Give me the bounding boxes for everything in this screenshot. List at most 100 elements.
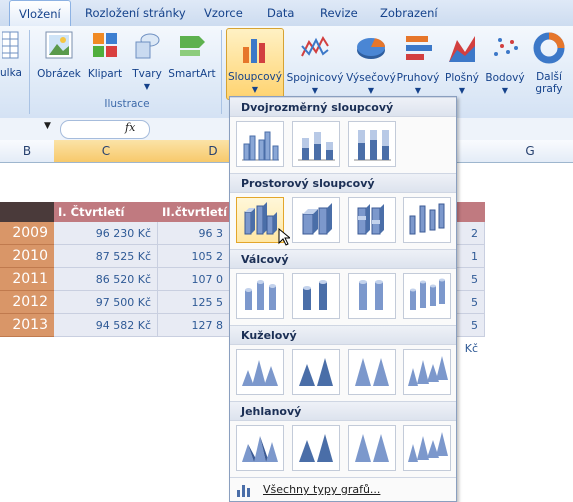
table-corner[interactable]: [0, 202, 54, 222]
3d-100pct-stacked-column-icon: [357, 204, 384, 235]
smartart-button[interactable]: SmartArt: [168, 30, 216, 80]
stacked-cylinder-thumb[interactable]: [292, 273, 340, 319]
picture-button[interactable]: Obrázek: [36, 30, 82, 80]
column-header-c[interactable]: C: [54, 140, 159, 163]
clustered-cone-thumb[interactable]: [236, 349, 284, 395]
bar-chart-button[interactable]: Pruhový ▼: [396, 30, 440, 96]
shapes-button[interactable]: Tvary ▼: [128, 30, 166, 92]
clustered-cylinder-thumb[interactable]: [236, 273, 284, 319]
year-cell[interactable]: 2013: [0, 314, 54, 337]
q1-cell[interactable]: 96 230 Kč: [54, 222, 158, 245]
3d-clustered-column-thumb[interactable]: [236, 197, 284, 243]
table-button[interactable]: ulka: [0, 30, 26, 79]
year-cell[interactable]: 2012: [0, 291, 54, 314]
q4-cell[interactable]: 5 Kč: [455, 268, 485, 309]
line-chart-icon: [301, 35, 329, 57]
mouse-cursor-icon: [278, 228, 290, 246]
clipart-button[interactable]: Klipart: [84, 30, 126, 80]
header-q1[interactable]: I. Čtvrtletí: [54, 202, 158, 222]
stacked-cone-icon: [299, 358, 333, 386]
table-icon: [2, 31, 19, 59]
year-cell[interactable]: 2010: [0, 245, 54, 268]
tab-data[interactable]: Data: [267, 6, 294, 20]
100pct-stacked-column-thumb[interactable]: [348, 121, 396, 167]
q4-cell[interactable]: 2 Kč: [455, 222, 485, 263]
section-cylinder: Válcový: [230, 249, 456, 269]
clustered-pyramid-thumb[interactable]: [236, 425, 284, 471]
fx-icon[interactable]: fx: [125, 121, 135, 134]
q2-cell[interactable]: 105 2: [158, 245, 230, 268]
q2-cell[interactable]: 125 5: [158, 291, 230, 314]
q4-cell[interactable]: 5 Kč: [455, 291, 485, 332]
q2-cell[interactable]: 96 3: [158, 222, 230, 245]
smartart-icon: [180, 36, 205, 56]
tab-review[interactable]: Revize: [320, 6, 358, 20]
3d-pyramid-thumb[interactable]: [403, 425, 451, 471]
column-chart-button[interactable]: Sloupcový ▼: [226, 28, 284, 100]
header-q4-partial[interactable]: [455, 202, 485, 222]
clipart-icon: [93, 33, 117, 57]
q4-cell[interactable]: 1 Kč: [455, 245, 485, 286]
chevron-down-icon: ▼: [143, 82, 151, 91]
3d-column-icon: [409, 203, 445, 235]
chevron-down-icon: ▼: [367, 86, 375, 95]
tab-view[interactable]: Zobrazení: [380, 6, 438, 20]
section-3d-column: Prostorový sloupcový: [230, 173, 456, 193]
ribbon-tab-bar: Vložení Rozložení stránky Vzorce Data Re…: [0, 0, 573, 27]
section-pyramid: Jehlanový: [230, 401, 456, 421]
section-2d-column: Dvojrozměrný sloupcový: [230, 97, 456, 117]
stacked-cone-thumb[interactable]: [292, 349, 340, 395]
q1-cell[interactable]: 87 525 Kč: [54, 245, 158, 268]
header-q2[interactable]: II.čtvrtletí: [158, 202, 230, 222]
100pct-stacked-cylinder-thumb[interactable]: [348, 273, 396, 319]
column-header-f[interactable]: [455, 140, 488, 163]
tab-formulas[interactable]: Vzorce: [204, 6, 243, 20]
all-chart-types-label: Všechny typy grafů...: [263, 483, 381, 496]
clustered-column-icon: [242, 131, 279, 161]
tab-insert[interactable]: Vložení: [9, 0, 71, 26]
year-cell[interactable]: 2009: [0, 222, 54, 245]
chevron-down-icon[interactable]: ▼: [44, 121, 51, 131]
clustered-column-thumb[interactable]: [236, 121, 284, 167]
column-header-g[interactable]: G: [487, 140, 573, 163]
year-cell[interactable]: 2011: [0, 268, 54, 291]
q1-cell[interactable]: 97 500 Kč: [54, 291, 158, 314]
3d-stacked-column-thumb[interactable]: [292, 197, 340, 243]
scatter-chart-icon: [494, 38, 518, 56]
3d-stacked-column-icon: [302, 203, 332, 235]
3d-pyramid-icon: [408, 432, 448, 462]
bar-chart-icon: [406, 36, 432, 60]
chevron-down-icon: ▼: [458, 86, 466, 95]
all-chart-types-item[interactable]: Všechny typy grafů...: [230, 477, 456, 502]
tab-page-layout[interactable]: Rozložení stránky: [85, 6, 186, 20]
100pct-cone-icon: [355, 358, 389, 386]
pie-chart-icon: [357, 38, 386, 59]
q2-cell[interactable]: 107 0: [158, 268, 230, 291]
q1-cell[interactable]: 86 520 Kč: [54, 268, 158, 291]
100pct-stacked-cone-thumb[interactable]: [348, 349, 396, 395]
3d-cone-thumb[interactable]: [403, 349, 451, 395]
3d-100pct-stacked-column-thumb[interactable]: [348, 197, 396, 243]
3d-column-thumb[interactable]: [403, 197, 451, 243]
stacked-pyramid-icon: [299, 434, 333, 462]
3d-clustered-column-icon: [244, 202, 277, 235]
other-charts-button[interactable]: Další grafy: [527, 30, 571, 95]
stacked-column-thumb[interactable]: [292, 121, 340, 167]
column-header-b[interactable]: B: [0, 140, 55, 163]
column-chart-gallery: Dvojrozměrný sloupcový Prostorový sloupc…: [229, 96, 457, 502]
area-chart-button[interactable]: Plošný ▼: [440, 30, 484, 96]
stacked-pyramid-thumb[interactable]: [292, 425, 340, 471]
chevron-down-icon: ▼: [251, 85, 259, 94]
q2-cell[interactable]: 127 8: [158, 314, 230, 337]
chevron-down-icon: ▼: [501, 86, 509, 95]
pie-chart-button[interactable]: Výsečový ▼: [345, 30, 397, 96]
scatter-chart-button[interactable]: Bodový ▼: [484, 30, 526, 96]
100pct-stacked-column-icon: [354, 130, 391, 161]
q4-cell[interactable]: 5 Kč: [455, 314, 485, 355]
line-chart-button[interactable]: Spojnicový ▼: [286, 30, 344, 96]
chevron-down-icon: ▼: [414, 86, 422, 95]
100pct-stacked-pyramid-thumb[interactable]: [348, 425, 396, 471]
q1-cell[interactable]: 94 582 Kč: [54, 314, 158, 337]
stacked-cylinder-icon: [303, 280, 327, 310]
3d-cylinder-thumb[interactable]: [403, 273, 451, 319]
